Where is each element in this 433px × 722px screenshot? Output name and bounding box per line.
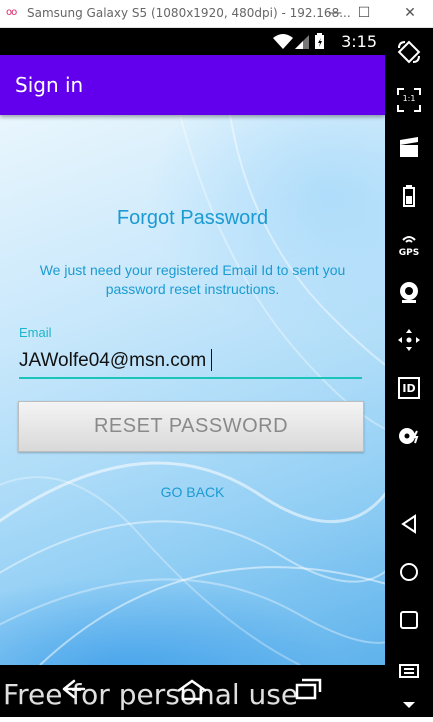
dpad-button[interactable] <box>385 322 433 358</box>
app-logo-icon: oo <box>6 7 17 18</box>
background-waves <box>0 115 385 665</box>
screen-record-button[interactable] <box>385 130 433 166</box>
disk-io-button[interactable] <box>385 418 433 454</box>
email-label: Email <box>19 325 52 340</box>
page-title: Forgot Password <box>116 207 269 229</box>
close-button[interactable]: ✕ <box>399 2 421 24</box>
status-bar: 3:15 <box>0 28 385 55</box>
window-title: Samsung Galaxy S5 (1080x1920, 480dpi) - … <box>27 6 351 20</box>
minimize-button[interactable]: — <box>324 2 346 24</box>
toolbar-recents-button[interactable] <box>385 602 433 638</box>
gps-button[interactable]: GPS <box>385 226 433 262</box>
emulator-toolbar: 1:1 GPS ID <box>385 28 433 717</box>
forgot-password-screen: Forgot Password We just need your regist… <box>0 115 385 665</box>
toolbar-menu-button[interactable] <box>385 650 433 686</box>
chevron-down-icon <box>403 702 415 708</box>
menu-icon <box>399 664 419 678</box>
rotate-screen-icon <box>397 40 421 64</box>
screen-size-label: 1:1 <box>402 94 416 103</box>
text-cursor <box>211 349 212 371</box>
app-bar: Sign in <box>0 55 385 115</box>
cellular-signal-icon <box>295 35 309 49</box>
move-arrows-icon <box>398 329 420 351</box>
back-triangle-icon <box>401 514 416 534</box>
email-field[interactable] <box>19 345 362 379</box>
status-icons <box>271 32 333 54</box>
identifiers-button[interactable]: ID <box>385 370 433 406</box>
home-circle-icon <box>400 563 418 581</box>
go-back-link[interactable]: GO BACK <box>0 484 385 500</box>
watermark-text: Free for personal use <box>3 678 299 711</box>
battery-icon <box>315 33 324 49</box>
instructions-text: We just need your registered Email Id to… <box>39 262 346 297</box>
reset-password-button[interactable]: RESET PASSWORD <box>18 401 364 452</box>
toolbar-back-button[interactable] <box>385 506 433 542</box>
reset-password-label: RESET PASSWORD <box>93 415 289 437</box>
recents-square-icon <box>400 611 418 629</box>
gps-label: GPS <box>398 248 420 258</box>
window-titlebar: oo Samsung Galaxy S5 (1080x1920, 480dpi)… <box>0 0 433 28</box>
app-bar-title: Sign in <box>15 73 84 97</box>
clapperboard-icon <box>400 137 418 157</box>
battery-button[interactable] <box>385 178 433 214</box>
battery-icon <box>403 185 415 207</box>
screen-size-button[interactable]: 1:1 <box>385 82 433 118</box>
webcam-icon <box>400 282 418 303</box>
toolbar-home-button[interactable] <box>385 554 433 590</box>
device-screen: 3:15 Sign in Forgot Password We just nee… <box>0 28 385 717</box>
camera-button[interactable] <box>385 274 433 310</box>
disk-icon <box>399 428 419 444</box>
rotate-button[interactable] <box>385 34 433 70</box>
maximize-button[interactable]: ☐ <box>353 2 375 24</box>
clock: 3:15 <box>341 32 377 51</box>
wifi-icon <box>273 34 293 49</box>
id-label: ID <box>402 381 416 395</box>
